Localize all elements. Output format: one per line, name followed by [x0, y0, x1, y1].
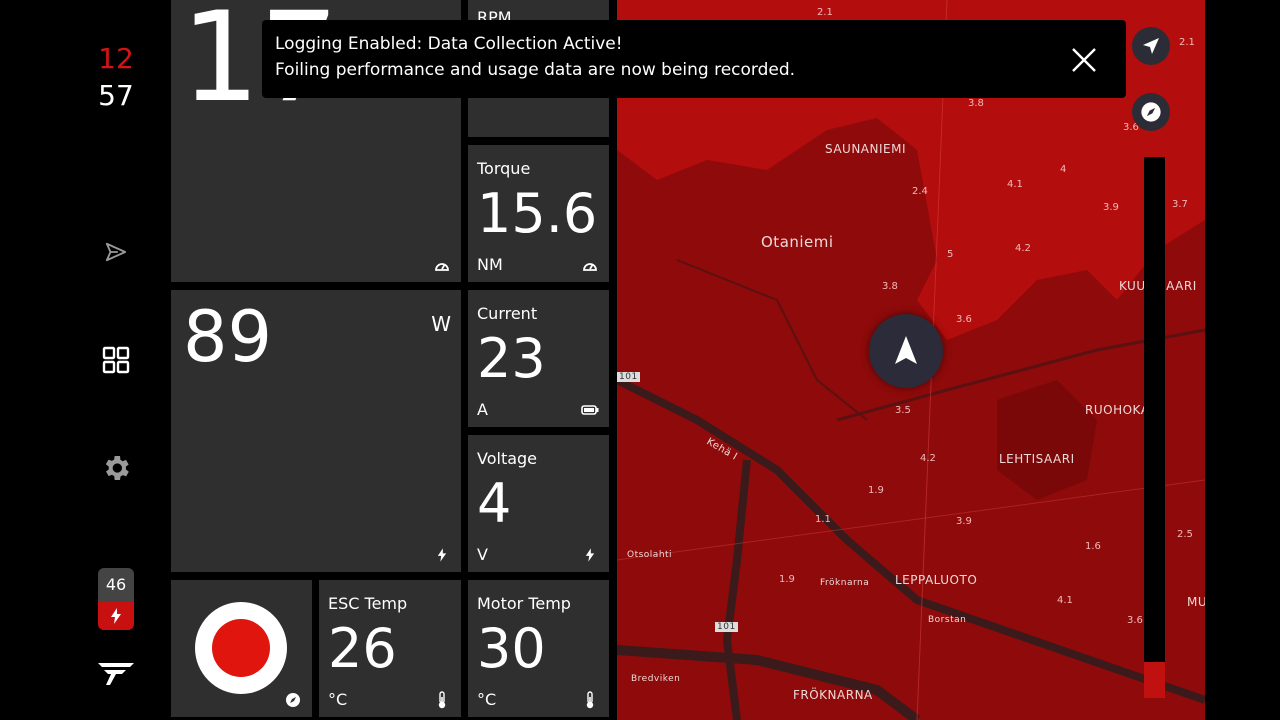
- compass-icon: [1141, 102, 1161, 122]
- motor-temp-label: Motor Temp: [477, 594, 571, 613]
- road-number-label: 101: [715, 622, 738, 632]
- navigation-send-icon[interactable]: [98, 234, 134, 270]
- place-label: FRÖKNARNA: [793, 688, 873, 702]
- torque-tile[interactable]: Torque 15.6 NM: [468, 145, 609, 282]
- depth-sounding: 4.2: [920, 453, 936, 464]
- motor-temp-unit: °C: [477, 690, 497, 709]
- speedometer-icon: [433, 256, 451, 274]
- place-label: LEHTISAARI: [999, 452, 1075, 466]
- place-label: Otsolahti: [627, 550, 673, 560]
- place-label: Otaniemi: [761, 233, 834, 251]
- recenter-location-button[interactable]: [1132, 27, 1170, 65]
- motor-temp-value: 30: [477, 617, 546, 680]
- esc-temp-unit: °C: [328, 690, 348, 709]
- depth-sounding: 2.5: [1177, 529, 1193, 540]
- depth-sounding: 4.1: [1007, 179, 1023, 190]
- power-value: 89: [183, 296, 273, 378]
- clock-hours: 12: [98, 42, 134, 75]
- voltage-label: Voltage: [477, 449, 538, 468]
- voltage-tile[interactable]: Voltage 4 V: [468, 435, 609, 572]
- compass-icon: [284, 691, 302, 709]
- dashboard-grid-icon[interactable]: [98, 342, 134, 378]
- record-dot-icon: [212, 619, 270, 677]
- depth-sounding: 1.9: [868, 485, 884, 496]
- depth-sounding: 3.8: [882, 281, 898, 292]
- depth-sounding: 3.6: [956, 314, 972, 325]
- vessel-position-marker: [869, 314, 943, 388]
- battery-indicator: 46: [98, 568, 134, 630]
- logging-notification-toast: Logging Enabled: Data Collection Active!…: [262, 20, 1126, 98]
- navigation-arrow-icon: [895, 336, 917, 364]
- place-label: Borstan: [928, 615, 967, 625]
- toast-message: Foiling performance and usage data are n…: [275, 60, 796, 80]
- esc-temp-tile[interactable]: ESC Temp 26 °C: [319, 580, 461, 717]
- depth-sounding: 1.9: [779, 574, 795, 585]
- depth-sounding: 1.6: [1085, 541, 1101, 552]
- sidebar: 12 57 46: [64, 0, 168, 720]
- vertical-slider-fill[interactable]: [1144, 662, 1165, 698]
- battery-level: 46: [98, 568, 134, 602]
- motor-temp-tile[interactable]: Motor Temp 30 °C: [468, 580, 609, 717]
- place-label: MUS: [1187, 595, 1205, 609]
- place-label: LEPPALUOTO: [895, 573, 978, 587]
- place-label: SAUNANIEMI: [825, 142, 907, 156]
- esc-temp-value: 26: [328, 617, 397, 680]
- record-tile[interactable]: [171, 580, 312, 717]
- depth-sounding: 3.9: [1103, 202, 1119, 213]
- depth-sounding: 2.4: [912, 186, 928, 197]
- depth-sounding: 4: [1060, 164, 1067, 175]
- clock-minutes: 57: [98, 79, 134, 112]
- nautical-map[interactable]: SAUNANIEMI Otaniemi KUUSISAARI RUOHOKARI…: [617, 0, 1205, 720]
- current-unit: A: [477, 400, 488, 419]
- bolt-icon: [581, 546, 599, 564]
- road-number-label: 101: [617, 372, 640, 382]
- depth-sounding: 2.1: [817, 7, 833, 18]
- torque-unit: NM: [477, 255, 503, 274]
- thermometer-icon: [433, 691, 451, 709]
- current-value: 23: [477, 327, 546, 390]
- battery-icon: [581, 401, 599, 419]
- torque-label: Torque: [477, 159, 531, 178]
- depth-sounding: 3.5: [895, 405, 911, 416]
- voltage-unit: V: [477, 545, 488, 564]
- record-button[interactable]: [195, 602, 287, 694]
- depth-sounding: 4.1: [1057, 595, 1073, 606]
- power-tile[interactable]: 89 W: [171, 290, 461, 572]
- depth-sounding: 4.2: [1015, 243, 1031, 254]
- depth-sounding: 3.7: [1172, 199, 1188, 210]
- bolt-icon: [433, 546, 451, 564]
- depth-sounding: 3.6: [1127, 615, 1143, 626]
- toast-title: Logging Enabled: Data Collection Active!: [275, 34, 623, 54]
- place-label: Fröknarna: [820, 578, 870, 588]
- thermometer-icon: [581, 691, 599, 709]
- current-tile[interactable]: Current 23 A: [468, 290, 609, 427]
- compass-button[interactable]: [1132, 93, 1170, 131]
- depth-sounding: 3.8: [968, 98, 984, 109]
- depth-sounding: 1.1: [815, 514, 831, 525]
- depth-sounding: 2.1: [1179, 37, 1195, 48]
- location-arrow-icon: [1143, 38, 1159, 54]
- depth-sounding: 5: [947, 249, 954, 260]
- brand-logo-icon: [94, 655, 138, 691]
- settings-gear-icon[interactable]: [98, 450, 134, 486]
- current-label: Current: [477, 304, 538, 323]
- close-icon[interactable]: [1070, 46, 1098, 74]
- depth-sounding: 3.9: [956, 516, 972, 527]
- speedometer-icon: [581, 256, 599, 274]
- voltage-value: 4: [477, 472, 512, 535]
- place-label: Bredviken: [631, 674, 681, 684]
- battery-bolt-icon: [98, 602, 134, 630]
- esc-temp-label: ESC Temp: [328, 594, 408, 613]
- torque-value: 15.6: [477, 182, 598, 245]
- power-unit: W: [431, 312, 451, 336]
- vertical-slider-track[interactable]: [1144, 157, 1165, 662]
